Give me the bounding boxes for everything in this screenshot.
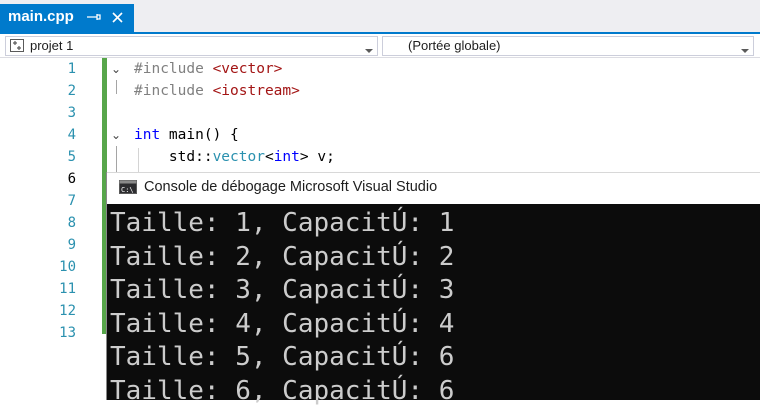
line-number: 4 [0, 124, 76, 146]
line-number: 3 [0, 102, 76, 124]
document-tab-strip: main.cpp [0, 0, 760, 34]
code-token: int [134, 127, 160, 143]
console-app-icon: C:\ [119, 180, 137, 194]
line-number: 9 [0, 234, 76, 256]
console-output-line: Taille: 3, CapacitÚ: 3 [110, 274, 454, 308]
tab-title: main.cpp [8, 8, 74, 25]
code-token: <iostream> [213, 83, 300, 99]
code-token: <vector> [213, 61, 283, 77]
debug-console-window[interactable]: C:\ Console de débogage Microsoft Visual… [107, 172, 760, 400]
code-token: #include [134, 61, 213, 77]
line-number: 8 [0, 212, 76, 234]
console-output-line: Taille: 2, CapacitÚ: 2 [110, 241, 454, 275]
chevron-down-icon[interactable] [365, 42, 373, 50]
line-number: 7 [0, 190, 76, 212]
code-token: std:: [134, 149, 213, 165]
console-title-bar[interactable]: C:\ Console de débogage Microsoft Visual… [107, 172, 760, 204]
code-token: int [274, 149, 300, 165]
svg-text:C:\: C:\ [121, 186, 134, 194]
tab-main-cpp[interactable]: main.cpp [0, 4, 134, 32]
line-number: 10 [0, 256, 76, 278]
scope-name: (Portée globale) [408, 38, 501, 53]
code-line[interactable]: #include <vector> [134, 58, 282, 80]
project-dropdown[interactable]: projet 1 [5, 36, 378, 56]
pin-icon[interactable] [86, 8, 102, 26]
line-number: 5 [0, 146, 76, 168]
console-output-line: Taille: 5, CapacitÚ: 6 [110, 341, 454, 375]
console-output-line: Taille: 4, CapacitÚ: 4 [110, 308, 454, 342]
console-output-line: Taille: 6, CapacitÚ: 6 [110, 375, 454, 408]
code-token: < [265, 149, 274, 165]
code-token: > v; [300, 149, 335, 165]
console-title: Console de débogage Microsoft Visual Stu… [144, 179, 437, 195]
fold-toggle-icon[interactable]: ⌄ [111, 124, 121, 146]
line-number: 1 [0, 58, 76, 80]
scope-dropdown[interactable]: (Portée globale) [382, 36, 754, 56]
fold-toggle-icon[interactable]: ⌄ [111, 58, 121, 80]
close-icon[interactable] [110, 8, 126, 26]
navigation-bar: projet 1 (Portée globale) [0, 34, 760, 58]
code-line[interactable]: int main() { [134, 124, 239, 146]
line-number: 2 [0, 80, 76, 102]
code-token: main() { [160, 127, 239, 143]
console-output-line: Taille: 1, CapacitÚ: 1 [110, 207, 454, 241]
chevron-down-icon[interactable] [741, 42, 749, 50]
line-number: 13 [0, 322, 76, 344]
line-number: 6 [0, 168, 76, 190]
code-token: #include [134, 83, 213, 99]
code-line[interactable]: #include <iostream> [134, 80, 300, 102]
outline-guide [116, 80, 117, 94]
console-output: Taille: 1, CapacitÚ: 1Taille: 2, Capacit… [110, 207, 454, 408]
line-number: 11 [0, 278, 76, 300]
project-name: projet 1 [30, 38, 73, 53]
code-line[interactable]: std::vector<int> v; [134, 146, 335, 168]
line-number: 12 [0, 300, 76, 322]
cpp-project-icon [10, 39, 25, 53]
code-token: vector [213, 149, 265, 165]
